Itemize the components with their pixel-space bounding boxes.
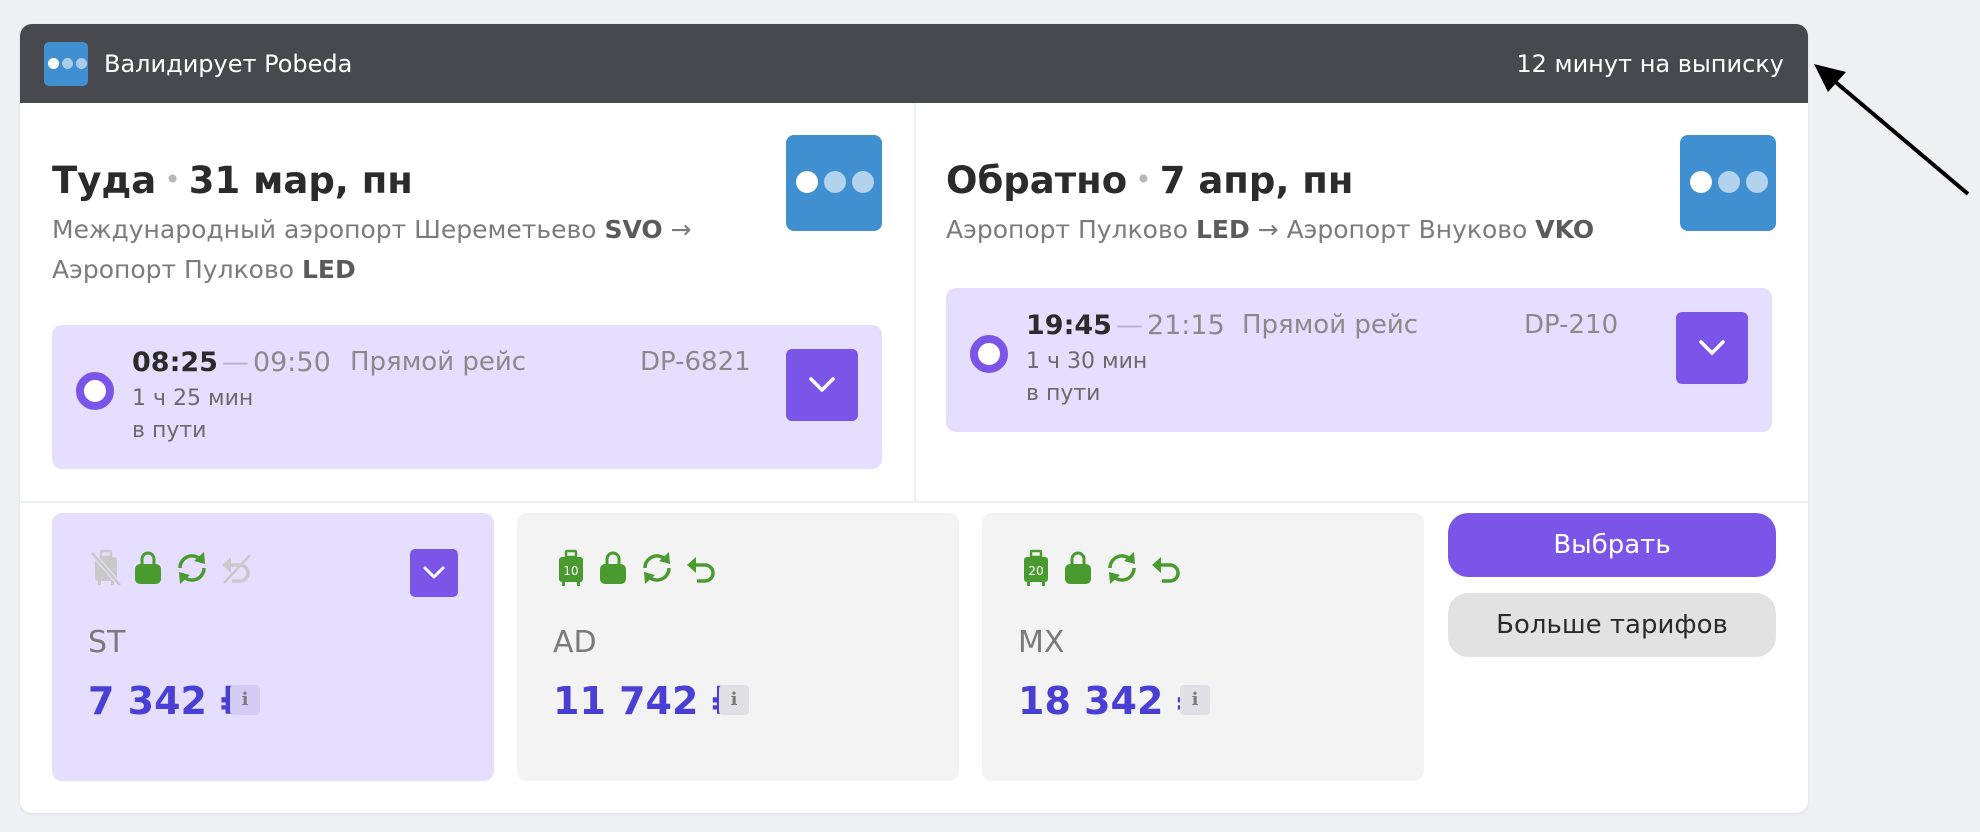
- baggage-20kg-icon: 20: [1024, 549, 1048, 586]
- tariff-card-st[interactable]: ST 7 342 ₽ i: [52, 513, 494, 781]
- info-icon[interactable]: i: [230, 685, 260, 715]
- outbound-flight-option[interactable]: 08:25—09:50 1 ч 25 мин в пути Прямой рейс…: [52, 325, 882, 469]
- inbound-flight-type: Прямой рейс: [1242, 310, 1419, 340]
- info-icon[interactable]: i: [719, 685, 749, 715]
- outbound-title: Туда • 31 мар, пн: [52, 159, 413, 202]
- pobeda-logo-icon: [44, 42, 88, 86]
- baggage-10kg-icon: 10: [559, 549, 583, 586]
- inbound-duration: 1 ч 30 мин в пути: [1026, 349, 1148, 406]
- no-baggage-icon: [90, 549, 122, 587]
- flight-radio-selected[interactable]: [76, 372, 114, 410]
- inbound-route: Аэропорт Пулково LED → Аэропорт Внуково …: [946, 215, 1595, 244]
- validating-airline: Валидирует Pobeda: [104, 50, 353, 78]
- inbound-flight-option[interactable]: 19:45—21:15 1 ч 30 мин в пути Прямой рейс…: [946, 288, 1772, 432]
- svg-text:10: 10: [563, 564, 578, 578]
- svg-text:20: 20: [1028, 564, 1043, 578]
- tariff-features: 10: [555, 549, 719, 587]
- airline-logo-icon: [1680, 135, 1776, 231]
- tariff-code: AD: [553, 625, 597, 660]
- outbound-flight-type: Прямой рейс: [350, 347, 527, 377]
- outbound-duration: 1 ч 25 мин в пути: [132, 386, 254, 443]
- refund-icon: [687, 557, 715, 583]
- no-refund-icon: [222, 554, 251, 584]
- section-divider: [20, 501, 1808, 503]
- tariff-price: 7 342 ₽: [88, 679, 247, 723]
- outbound-times: 08:25—09:50: [132, 347, 331, 378]
- tariff-price: 18 342 ₽: [1018, 679, 1204, 723]
- tariff-expand-button[interactable]: [410, 549, 458, 597]
- offer-header: Валидирует Pobeda 12 минут на выписку: [20, 24, 1808, 103]
- outbound-route: Международный аэропорт Шереметьево SVO →…: [52, 215, 692, 284]
- hand-luggage-icon: [135, 551, 161, 584]
- tariff-price: 11 742 ₽: [553, 679, 739, 723]
- tariff-code: ST: [88, 625, 126, 660]
- refund-icon: [1152, 557, 1180, 583]
- annotation-arrow-icon: [1814, 64, 1970, 196]
- inbound-title: Обратно • 7 апр, пн: [946, 159, 1354, 202]
- exchange-icon: [178, 552, 206, 584]
- hand-luggage-icon: [600, 551, 626, 584]
- inbound-flight-number: DP-210: [1524, 310, 1619, 340]
- hand-luggage-icon: [1065, 551, 1091, 584]
- offer-card: Валидирует Pobeda 12 минут на выписку Ту…: [20, 24, 1808, 813]
- tariff-card-mx[interactable]: 20 MX 18 342 ₽ i: [982, 513, 1424, 781]
- tariff-features: 20: [1020, 549, 1184, 587]
- ticketing-timer: 12 минут на выписку: [1516, 50, 1784, 78]
- inbound-date: 7 апр, пн: [1159, 159, 1354, 202]
- flight-radio-selected[interactable]: [970, 335, 1008, 373]
- tariff-code: MX: [1018, 625, 1065, 660]
- outbound-direction: Туда: [52, 159, 157, 202]
- inbound-direction: Обратно: [946, 159, 1128, 202]
- exchange-icon: [1108, 552, 1136, 584]
- info-icon[interactable]: i: [1180, 685, 1210, 715]
- select-button[interactable]: Выбрать: [1448, 513, 1776, 577]
- outbound-date: 31 мар, пн: [188, 159, 413, 202]
- airline-logo-icon: [786, 135, 882, 231]
- tariff-card-ad[interactable]: 10 AD 11 742 ₽ i: [517, 513, 959, 781]
- exchange-icon: [643, 552, 671, 584]
- more-tariffs-button[interactable]: Больше тарифов: [1448, 593, 1776, 657]
- inbound-times: 19:45—21:15: [1026, 310, 1225, 341]
- tariff-features: [90, 549, 254, 587]
- chevron-down-icon: [809, 377, 835, 392]
- outbound-expand-button[interactable]: [786, 349, 858, 421]
- chevron-down-icon: [1699, 340, 1725, 355]
- inbound-segment: Обратно • 7 апр, пн Аэропорт Пулково LED →…: [916, 103, 1808, 503]
- chevron-down-icon: [423, 566, 445, 579]
- inbound-expand-button[interactable]: [1676, 312, 1748, 384]
- outbound-segment: Туда • 31 мар, пн Международный аэропорт Ш…: [20, 103, 914, 503]
- outbound-flight-number: DP-6821: [640, 347, 751, 377]
